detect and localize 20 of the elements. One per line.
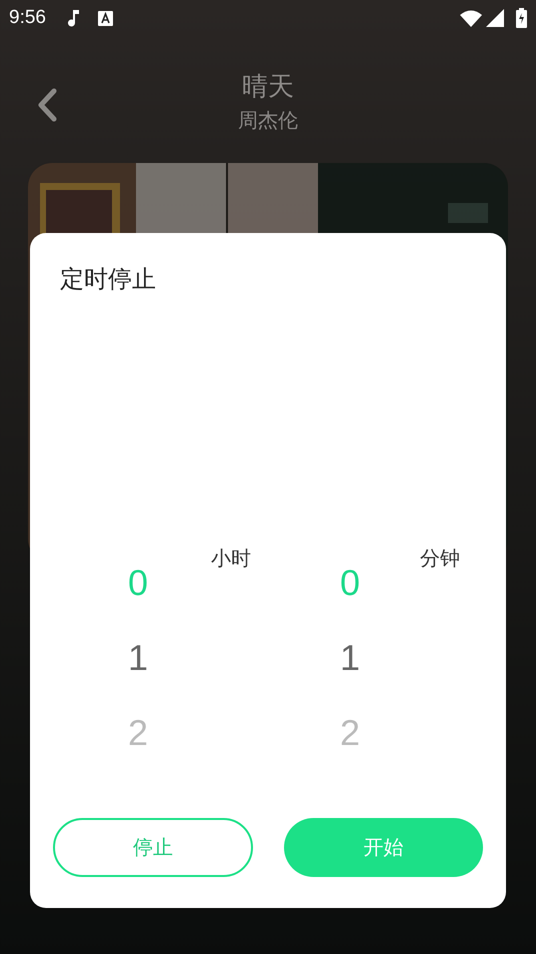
music-note-icon (68, 9, 80, 27)
signal-icon (486, 9, 504, 27)
picker-option[interactable]: 1 (128, 620, 148, 695)
unit-label: 小时 (211, 547, 251, 572)
wifi-icon (460, 10, 482, 26)
picker-option[interactable]: 2 (340, 695, 360, 770)
picker-option[interactable]: 0 (128, 545, 148, 620)
start-button[interactable]: 开始 (284, 818, 483, 877)
stop-button[interactable]: 停止 (53, 818, 252, 877)
artist-name: 周杰伦 (238, 109, 298, 134)
dialog-title: 定时停止 (60, 265, 157, 295)
back-icon[interactable] (36, 88, 58, 122)
picker-option[interactable]: 0 (340, 545, 360, 620)
battery-icon (516, 8, 527, 28)
picker-option[interactable]: 2 (128, 695, 148, 770)
text-a-icon (98, 10, 113, 26)
unit-label: 分钟 (420, 547, 460, 572)
song-title: 晴天 (242, 70, 294, 102)
status-time: 9:56 (9, 6, 46, 30)
picker-option[interactable]: 1 (340, 620, 360, 695)
